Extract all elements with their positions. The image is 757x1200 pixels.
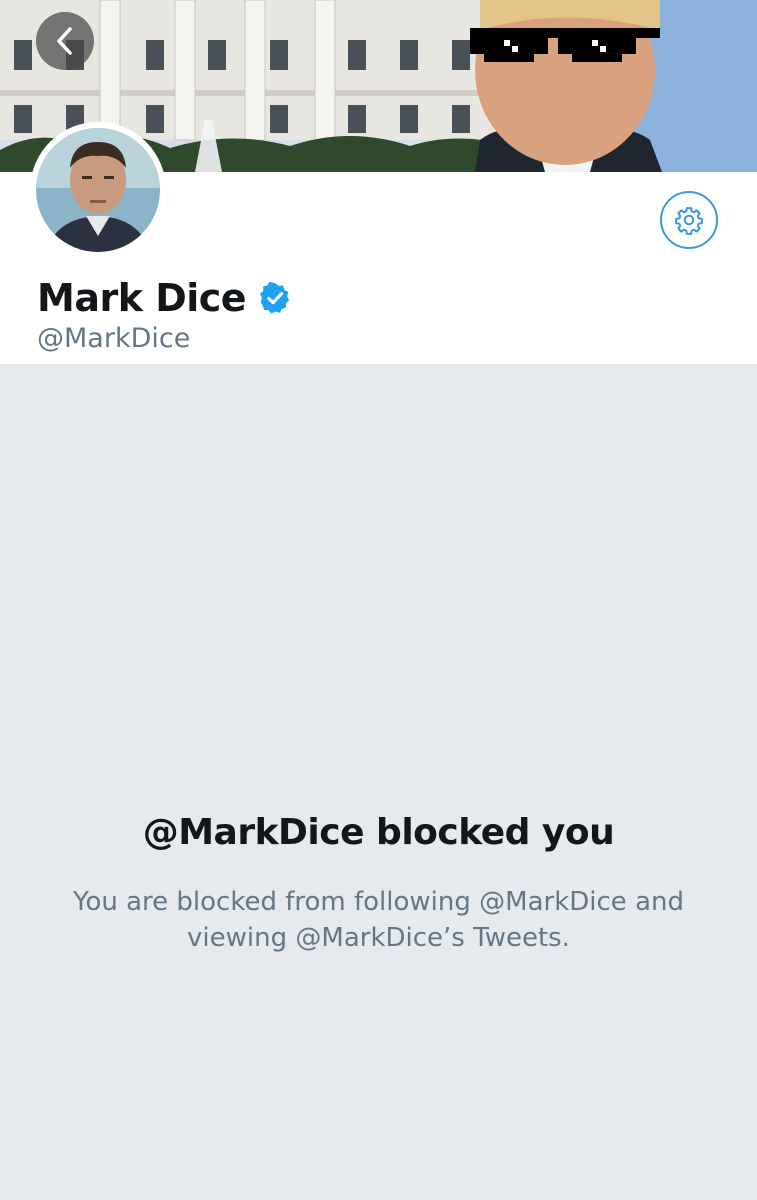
blocked-message: You are blocked from following @MarkDice… <box>73 887 684 953</box>
chevron-left-icon <box>57 27 72 55</box>
display-name: Mark Dice <box>37 276 247 320</box>
blocked-title: @MarkDice blocked you <box>142 812 615 853</box>
gear-icon <box>675 207 703 235</box>
back-button[interactable] <box>36 12 94 70</box>
username-handle: @MarkDice <box>37 323 191 354</box>
display-name-row: Mark Dice <box>37 276 292 320</box>
profile-photo <box>36 128 160 252</box>
settings-button[interactable] <box>660 191 718 249</box>
verified-badge-icon <box>260 281 290 314</box>
avatar[interactable] <box>30 122 166 258</box>
